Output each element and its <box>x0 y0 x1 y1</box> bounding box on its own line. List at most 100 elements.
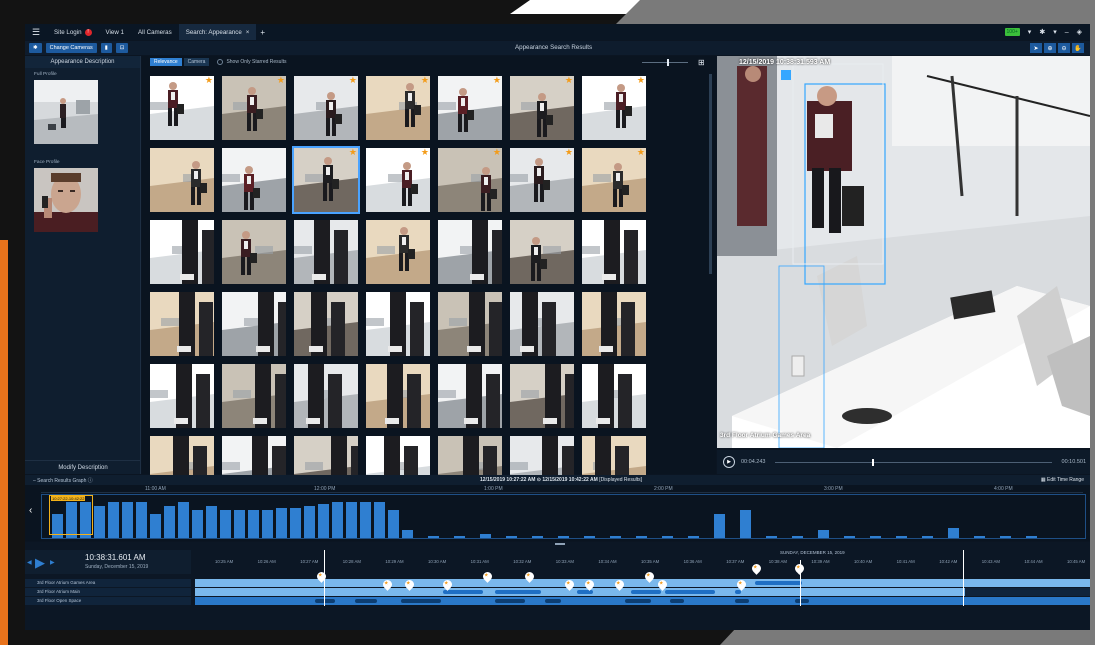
zoom-out-button[interactable]: ⊖ <box>1058 43 1070 53</box>
match-segment[interactable] <box>495 590 541 594</box>
export-button[interactable]: ⊡ <box>115 43 129 53</box>
match-segment[interactable] <box>495 599 525 603</box>
star-icon[interactable]: ★ <box>205 76 213 86</box>
close-icon[interactable]: × <box>246 29 250 36</box>
star-icon[interactable]: ★ <box>493 76 501 86</box>
result-thumbnail[interactable]: ★ <box>438 148 502 212</box>
result-thumbnail[interactable]: ★ <box>438 76 502 140</box>
result-thumbnail[interactable] <box>150 364 214 428</box>
result-thumbnail[interactable] <box>150 148 214 212</box>
match-segment[interactable] <box>735 599 749 603</box>
tab-all-cameras[interactable]: All Cameras <box>131 24 179 40</box>
recording-segment[interactable] <box>195 579 1090 587</box>
result-thumbnail[interactable]: ★ <box>510 76 574 140</box>
match-segment[interactable] <box>795 599 809 603</box>
result-thumbnail[interactable] <box>438 364 502 428</box>
restore-icon[interactable]: ◈ <box>1077 28 1082 36</box>
match-segment[interactable] <box>545 599 561 603</box>
match-segment[interactable] <box>665 590 715 594</box>
sort-relevance-button[interactable]: Relevance <box>150 58 182 66</box>
result-thumbnail[interactable] <box>438 292 502 356</box>
result-thumbnail[interactable] <box>150 220 214 284</box>
result-thumbnail[interactable]: ★ <box>222 76 286 140</box>
match-segment[interactable] <box>443 590 483 594</box>
star-icon[interactable]: ★ <box>565 148 573 158</box>
grid-view-icon[interactable]: ⊞ <box>698 58 705 67</box>
star-icon[interactable]: ★ <box>637 76 645 86</box>
edit-time-range-button[interactable]: ▦ Edit Time Range <box>1041 477 1084 483</box>
next-frame-icon[interactable]: ▶ <box>50 559 55 566</box>
match-segment[interactable] <box>670 599 684 603</box>
result-thumbnail[interactable] <box>222 292 286 356</box>
gear-icon[interactable]: ✱ <box>1039 28 1045 36</box>
scrubber-handle[interactable] <box>872 458 875 466</box>
result-thumbnail[interactable] <box>582 364 646 428</box>
match-segment[interactable] <box>315 599 335 603</box>
tab-view-1[interactable]: View 1 <box>99 24 131 40</box>
match-segment[interactable] <box>755 581 795 585</box>
result-thumbnail[interactable]: ★ <box>292 146 360 214</box>
star-icon[interactable]: ★ <box>349 148 357 158</box>
result-thumbnail[interactable]: ★ <box>510 148 574 212</box>
star-icon[interactable]: ★ <box>277 76 285 86</box>
result-thumbnail[interactable] <box>366 364 430 428</box>
bookmark-button[interactable]: ▮ <box>100 43 112 53</box>
result-thumbnail[interactable]: ★ <box>294 76 358 140</box>
previous-frame-icon[interactable]: ◀ <box>27 559 32 566</box>
result-thumbnail[interactable]: ★ <box>366 148 430 212</box>
match-segment[interactable] <box>631 590 661 594</box>
result-thumbnail[interactable] <box>222 220 286 284</box>
video-frame[interactable]: 12/15/2019 10:38:31.593 AM 3rd Floor Atr… <box>717 56 1090 448</box>
result-thumbnail[interactable] <box>150 292 214 356</box>
result-thumbnail[interactable] <box>510 364 574 428</box>
change-cameras-button[interactable]: Change Cameras <box>45 43 97 53</box>
chevron-left-icon[interactable]: ‹ <box>29 505 32 516</box>
result-thumbnail[interactable] <box>222 148 286 212</box>
result-thumbnail[interactable]: ★ <box>582 76 646 140</box>
match-segment[interactable] <box>401 599 441 603</box>
settings-button[interactable]: ✱ <box>29 43 42 53</box>
camera-track[interactable] <box>195 579 1090 587</box>
modify-description-button[interactable]: Modify Description <box>25 460 141 474</box>
result-thumbnail[interactable] <box>222 364 286 428</box>
result-thumbnail[interactable] <box>294 220 358 284</box>
camera-row-label[interactable]: 3rd Floor Atrium Main <box>25 588 191 596</box>
graph-bars-area[interactable] <box>41 494 1086 539</box>
match-segment[interactable] <box>355 599 377 603</box>
pan-tool-button[interactable]: ✋ <box>1072 43 1084 53</box>
result-thumbnail[interactable] <box>366 292 430 356</box>
thumbnail-size-slider[interactable] <box>642 62 688 63</box>
star-icon[interactable]: ★ <box>421 76 429 86</box>
menu-icon[interactable]: ☰ <box>25 24 47 40</box>
match-segment[interactable] <box>577 590 593 594</box>
result-thumbnail[interactable] <box>510 292 574 356</box>
camera-track[interactable] <box>195 588 1090 596</box>
splitter-handle[interactable] <box>555 543 565 545</box>
chevron-down-icon[interactable]: ▾ <box>1028 28 1032 36</box>
result-thumbnail[interactable]: ★ <box>150 76 214 140</box>
slider-handle[interactable] <box>667 59 669 66</box>
result-thumbnail[interactable] <box>582 220 646 284</box>
result-thumbnail[interactable] <box>582 292 646 356</box>
star-icon[interactable]: ★ <box>349 76 357 86</box>
result-thumbnail[interactable] <box>294 364 358 428</box>
result-thumbnail[interactable] <box>438 220 502 284</box>
tab-search-appearance[interactable]: Search: Appearance × <box>178 24 257 40</box>
graph-selection[interactable] <box>49 495 93 535</box>
camera-row-label[interactable]: 3rd Floor Atrium Games Area <box>25 579 191 587</box>
star-icon[interactable]: ★ <box>637 148 645 158</box>
range-end-marker[interactable] <box>963 550 964 606</box>
play-icon[interactable]: ▶ <box>35 555 45 571</box>
only-starred-toggle[interactable]: Show Only Starred Results <box>217 59 286 65</box>
play-button[interactable]: ▶ <box>723 456 735 468</box>
match-segment[interactable] <box>625 599 651 603</box>
star-icon[interactable]: ★ <box>421 148 429 158</box>
sort-camera-button[interactable]: Camera <box>183 58 210 66</box>
match-segment[interactable] <box>735 590 741 594</box>
graph-toggle[interactable]: – Search Results Graph ⓘ <box>25 477 93 484</box>
star-icon[interactable]: ★ <box>565 76 573 86</box>
camera-track[interactable] <box>195 597 1090 605</box>
result-thumbnail[interactable]: ★ <box>582 148 646 212</box>
pointer-tool-button[interactable]: ➤ <box>1030 43 1042 53</box>
minimize-icon[interactable]: – <box>1065 29 1069 36</box>
